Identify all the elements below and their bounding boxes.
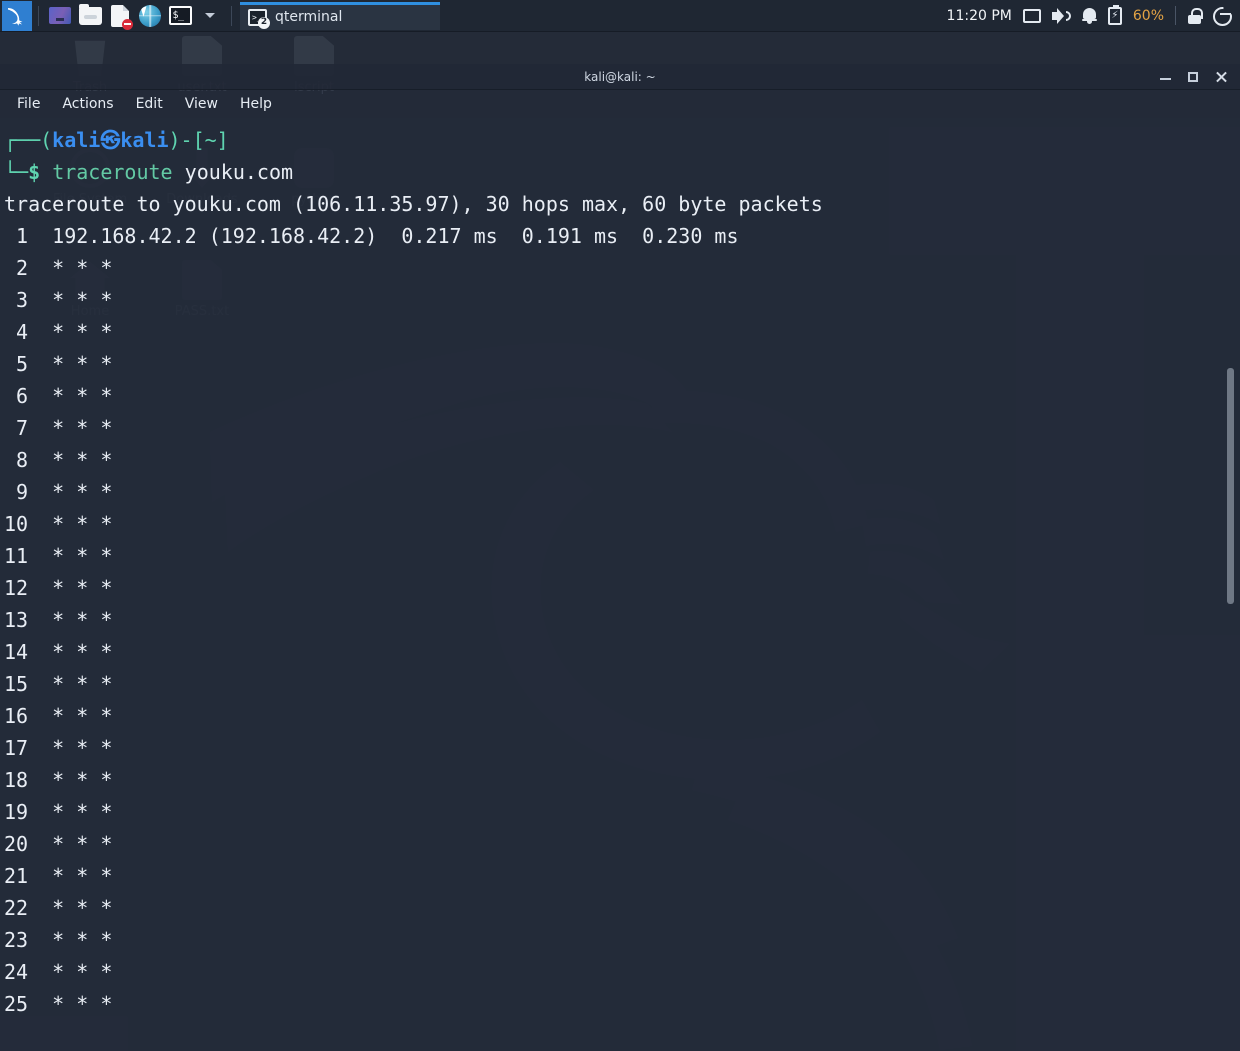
terminal-scrollbar[interactable]	[1227, 118, 1234, 1051]
desktop: Trash user.txt lscript File System Downl…	[0, 32, 1240, 1051]
lock-icon[interactable]	[1187, 7, 1203, 24]
taskbar-launchers: $_ >_ 2 qterminal	[0, 0, 440, 32]
web-browser-icon[interactable]	[135, 1, 165, 31]
maximize-button[interactable]	[1188, 71, 1198, 82]
menu-item-edit[interactable]: Edit	[127, 93, 172, 115]
minimize-button[interactable]	[1160, 71, 1171, 82]
window-controls	[1160, 71, 1240, 83]
window-title: kali@kali: ~	[584, 69, 656, 84]
taskbar-window-label: qterminal	[275, 9, 343, 25]
terminal-output-area[interactable]: ┌──(kali㉿kali)-[~] └─$ traceroute youku.…	[0, 118, 1240, 1051]
file-manager-icon[interactable]	[75, 1, 105, 31]
text-editor-icon[interactable]	[105, 1, 135, 31]
chevron-down-icon[interactable]	[195, 1, 225, 31]
menu-item-help[interactable]: Help	[231, 93, 281, 115]
display-icon[interactable]	[1022, 8, 1041, 23]
battery-percent-label: 60%	[1132, 7, 1164, 24]
menu-item-view[interactable]: View	[176, 93, 227, 115]
notification-bell-icon[interactable]	[1081, 7, 1097, 24]
menubar: File Actions Edit View Help	[0, 90, 1240, 118]
window-count-badge: 2	[258, 16, 270, 29]
kali-menu-icon[interactable]	[2, 0, 32, 31]
clock[interactable]: 11:20 PM	[947, 8, 1012, 24]
taskbar-divider-1	[38, 5, 39, 26]
scrollbar-thumb[interactable]	[1227, 368, 1234, 604]
close-button[interactable]	[1215, 71, 1227, 83]
menu-item-actions[interactable]: Actions	[53, 93, 122, 115]
logout-icon[interactable]	[1213, 7, 1231, 24]
window-titlebar[interactable]: kali@kali: ~	[0, 64, 1240, 90]
window-terminal-icon: >_ 2	[248, 8, 270, 29]
taskbar-divider-2	[231, 5, 232, 26]
terminal-window: kali@kali: ~ File Actions Edit View Help…	[0, 64, 1240, 1051]
tray-divider	[1175, 6, 1176, 25]
terminal-text: ┌──(kali㉿kali)-[~] └─$ traceroute youku.…	[4, 128, 823, 1016]
terminal-icon[interactable]: $_	[165, 1, 195, 31]
volume-icon[interactable]	[1051, 7, 1071, 24]
menu-item-file[interactable]: File	[8, 93, 49, 115]
app-switcher-icon[interactable]	[45, 1, 75, 31]
battery-charging-icon[interactable]: ⚡	[1107, 4, 1122, 25]
taskbar-window-qterminal[interactable]: >_ 2 qterminal	[240, 1, 440, 30]
system-tray: 11:20 PM ⚡ 60%	[947, 4, 1240, 25]
taskbar: $_ >_ 2 qterminal 11:20 PM ⚡ 60%	[0, 0, 1240, 32]
